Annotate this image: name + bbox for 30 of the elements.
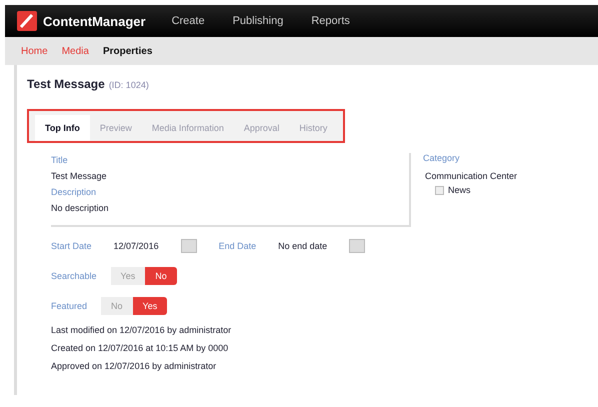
- info-text: Approved on 12/07/2016 by administrator: [51, 361, 218, 371]
- logo-text: ContentManager: [43, 14, 146, 28]
- field-label: Description: [51, 187, 98, 197]
- tab[interactable]: Top Info: [35, 115, 90, 141]
- date-value[interactable]: No end date: [278, 241, 328, 251]
- field-label: End Date: [218, 241, 256, 251]
- category-label: Category: [423, 153, 461, 163]
- toggle-option[interactable]: Yes: [132, 297, 168, 315]
- nav-link[interactable]: Create: [172, 15, 205, 27]
- field-value[interactable]: Test Message: [51, 171, 409, 181]
- calendar-icon[interactable]: [180, 239, 197, 253]
- page-title: Test Message: [27, 77, 105, 91]
- calendar-icon[interactable]: [349, 239, 366, 253]
- toggle-option[interactable]: No: [145, 267, 177, 285]
- breadcrumb-link[interactable]: Properties: [102, 46, 152, 56]
- nav-link[interactable]: Reports: [311, 15, 350, 27]
- date-value[interactable]: 12/07/2016: [114, 241, 159, 251]
- info-text: Last modified on 12/07/2016 by administrator: [51, 325, 232, 335]
- field-label: Title: [51, 155, 69, 165]
- nav-link[interactable]: Publishing: [232, 15, 284, 27]
- tree-item[interactable]: News: [448, 185, 471, 195]
- info-text: Created on 12/07/2016 at 10:15 AM by 0000: [51, 343, 230, 353]
- page-subtitle: (ID: 1024): [108, 80, 149, 90]
- logo-icon: [17, 11, 37, 31]
- tree-item[interactable]: Communication Center: [425, 171, 518, 181]
- field-label: Start Date: [51, 241, 92, 251]
- field-value[interactable]: No description: [51, 203, 409, 213]
- checkbox[interactable]: [435, 186, 444, 194]
- field-label: Searchable: [51, 271, 97, 281]
- field-label: Featured: [51, 301, 88, 311]
